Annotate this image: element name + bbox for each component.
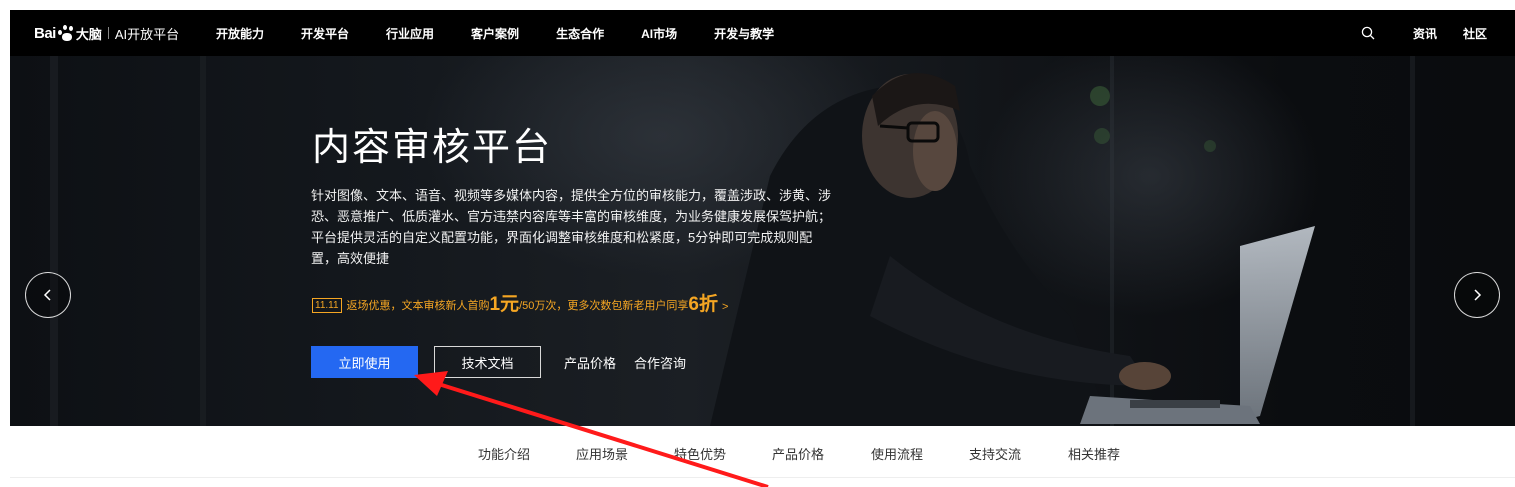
- subnav-advantages[interactable]: 特色优势: [674, 444, 726, 463]
- logo-divider: [107, 27, 109, 39]
- nav-link-community[interactable]: 社区: [1463, 25, 1487, 42]
- hero-description: 针对图像、文本、语音、视频等多媒体内容，提供全方位的审核能力，覆盖涉政、涉黄、涉…: [311, 188, 832, 266]
- promo-tag: 11.11: [312, 298, 342, 313]
- search-icon[interactable]: [1361, 26, 1375, 40]
- nav-item-ecosystem[interactable]: 生态合作: [556, 25, 604, 42]
- carousel-next-button[interactable]: [1454, 272, 1500, 318]
- promo-more-arrow: >: [722, 301, 729, 313]
- logo-brand-suffix: 大脑: [75, 26, 102, 42]
- promo-banner[interactable]: 11.11 返场优惠，文本审核新人首购 1元 /50万次，更多次数包新老用户同享…: [312, 293, 728, 315]
- promo-text-b: /50万次，更多次数包新老用户同享: [519, 300, 689, 312]
- nav-item-open-capabilities[interactable]: 开放能力: [216, 25, 264, 42]
- section-subnav: 功能介绍 应用场景 特色优势 产品价格 使用流程 支持交流 相关推荐: [10, 426, 1515, 478]
- nav-item-industry-apps[interactable]: 行业应用: [386, 25, 434, 42]
- nav-link-news[interactable]: 资讯: [1413, 25, 1437, 42]
- nav-item-customer-cases[interactable]: 客户案例: [471, 25, 519, 42]
- baidu-ai-logo[interactable]: Bai 大脑 AI开放平台: [34, 24, 179, 42]
- hero-banner: 内容审核平台 针对图像、文本、语音、视频等多媒体内容，提供全方位的审核能力，覆盖…: [10, 56, 1515, 426]
- nav-item-ai-market[interactable]: AI市场: [641, 25, 677, 42]
- chevron-left-icon: [43, 289, 51, 301]
- hero-title: 内容审核平台: [312, 127, 553, 169]
- left-gutter: [0, 0, 10, 487]
- nav-right: 资讯 社区: [1361, 10, 1487, 56]
- subnav-support[interactable]: 支持交流: [969, 444, 1021, 463]
- top-navigation-bar: Bai 大脑 AI开放平台 开放能力 开发平台 行业应用 客户案例 生态合作 A…: [10, 10, 1515, 56]
- subnav-recommend[interactable]: 相关推荐: [1068, 444, 1120, 463]
- use-now-button[interactable]: 立即使用: [311, 346, 418, 378]
- nav-item-dev-teaching[interactable]: 开发与教学: [714, 25, 774, 42]
- subnav-scenarios[interactable]: 应用场景: [576, 444, 628, 463]
- tech-docs-button[interactable]: 技术文档: [434, 346, 541, 378]
- consult-link[interactable]: 合作咨询: [634, 353, 686, 372]
- logo-brand: Bai: [34, 24, 56, 42]
- promo-discount: 6折: [688, 294, 718, 315]
- carousel-prev-button[interactable]: [25, 272, 71, 318]
- subnav-pricing[interactable]: 产品价格: [772, 444, 824, 463]
- promo-text-a: 返场优惠，文本审核新人首购: [346, 300, 490, 312]
- paw-icon: [57, 25, 75, 41]
- pricing-link[interactable]: 产品价格: [564, 353, 616, 372]
- main-nav: 开放能力 开发平台 行业应用 客户案例 生态合作 AI市场 开发与教学: [216, 10, 811, 56]
- subnav-features[interactable]: 功能介绍: [478, 444, 530, 463]
- promo-price: 1元: [489, 294, 520, 315]
- subnav-process[interactable]: 使用流程: [871, 444, 923, 463]
- logo-platform: AI开放平台: [114, 26, 180, 42]
- nav-item-dev-platform[interactable]: 开发平台: [301, 25, 349, 42]
- chevron-right-icon: [1474, 289, 1482, 301]
